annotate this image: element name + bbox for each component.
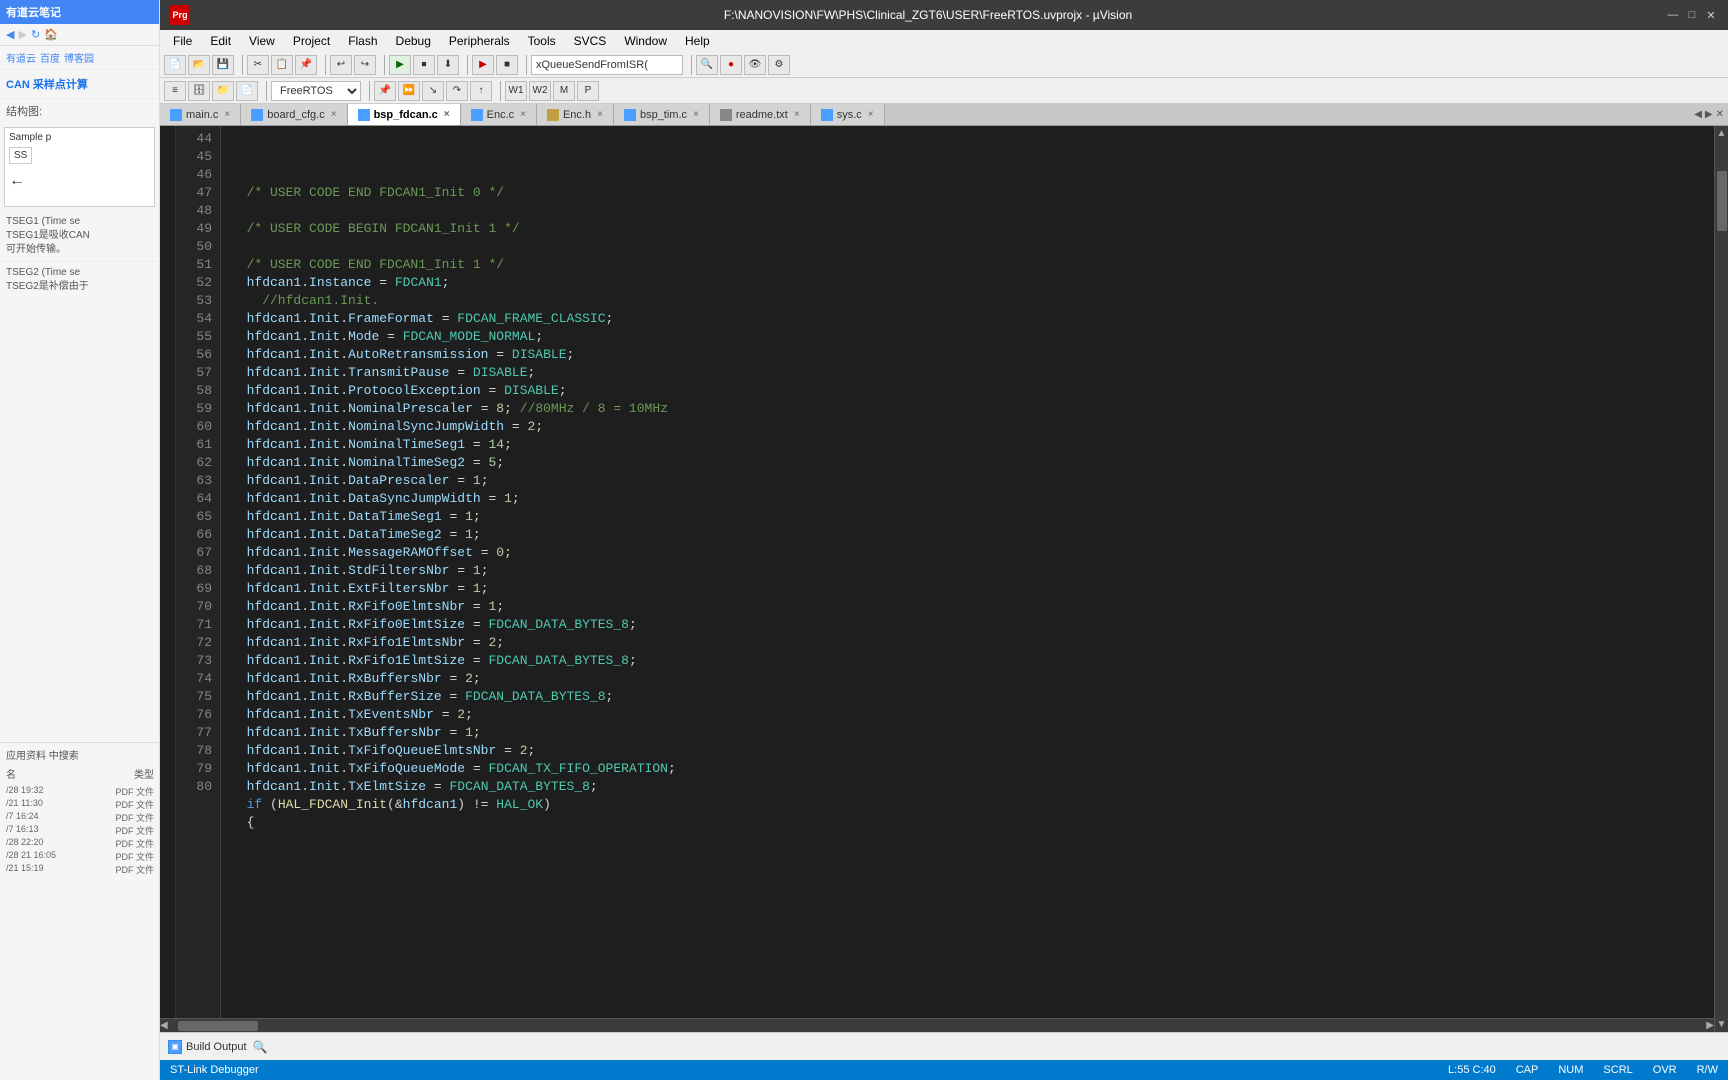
menu-help[interactable]: Help <box>677 32 718 50</box>
menu-window[interactable]: Window <box>616 32 675 50</box>
minimize-button[interactable]: — <box>1666 8 1680 22</box>
cursor-position: L:55 C:40 <box>1448 1064 1496 1076</box>
ovr-indicator: OVR <box>1653 1064 1677 1076</box>
build-output-label: Build Output <box>186 1041 247 1053</box>
settings-btn[interactable]: ⚙ <box>768 55 790 75</box>
toolbar-secondary: ≡ 🗄 📁 📄 FreeRTOS 📌 ⏩ ↘ ↷ ↑ W1 W2 M P <box>160 78 1728 104</box>
breakpoint-btn[interactable]: ● <box>720 55 742 75</box>
build-btn[interactable]: ▶ <box>389 55 411 75</box>
menu-debug[interactable]: Debug <box>388 32 439 50</box>
rw-indicator: R/W <box>1697 1064 1718 1076</box>
code-editor: 44 45 46 47 48 49 50 51 52 53 54 55 56 5… <box>160 126 1728 1032</box>
maximize-button[interactable]: □ <box>1685 8 1699 22</box>
search-dropdown[interactable] <box>531 55 683 75</box>
menu-bar: File Edit View Project Flash Debug Perip… <box>160 30 1728 52</box>
h-scroll-thumb[interactable] <box>178 1021 258 1031</box>
sidebar-tseg1-label: TSEG1 (Time se <box>6 215 153 229</box>
build-output-button[interactable]: ▣ Build Output <box>168 1040 247 1054</box>
tab-enc-c[interactable]: Enc.c × <box>461 104 537 125</box>
perf-btn[interactable]: P <box>577 81 599 101</box>
nav-fwd-btn[interactable]: 📄 <box>236 81 258 101</box>
cut-btn[interactable]: ✂ <box>247 55 269 75</box>
stop-btn[interactable]: ⏹ <box>413 55 435 75</box>
watch1-btn[interactable]: W1 <box>505 81 527 101</box>
expand-btn[interactable]: 🗄 <box>188 81 210 101</box>
sidebar-tseg1-desc1: TSEG1是吸收CAN <box>6 229 153 243</box>
undo-btn[interactable]: ↩ <box>330 55 352 75</box>
toolbar-primary: 📄 📂 💾 ✂ 📋 📌 ↩ ↪ ▶ ⏹ ⬇ ▶ ■ 🔍 ● 👁 ⚙ <box>160 52 1728 78</box>
step-over-btn[interactable]: ↷ <box>446 81 468 101</box>
find-in-files-btn[interactable]: 🔍 <box>253 1040 268 1054</box>
step-out-btn[interactable]: ↑ <box>470 81 492 101</box>
scroll-thumb[interactable] <box>1717 171 1727 231</box>
cap-indicator: CAP <box>1516 1064 1539 1076</box>
paste-btn[interactable]: 📌 <box>295 55 317 75</box>
tabs-scroll-right[interactable]: ▶ <box>1705 109 1713 120</box>
nav-back-btn[interactable]: 📁 <box>212 81 234 101</box>
sidebar-can-label: CAN 采样点计算 <box>6 76 153 92</box>
sidebar-tseg1-desc2: 可开始传输。 <box>6 243 153 257</box>
vertical-scrollbar[interactable]: ▲ ▼ <box>1714 126 1728 1032</box>
debugger-label: ST-Link Debugger <box>170 1064 259 1076</box>
save-btn[interactable]: 💾 <box>212 55 234 75</box>
title-bar: Prg F:\NANOVISION\FW\PHS\Clinical_ZGT6\U… <box>160 0 1728 30</box>
open-btn[interactable]: 📂 <box>188 55 210 75</box>
tab-sys-c[interactable]: sys.c × <box>811 104 885 125</box>
sidebar-tseg2-label: TSEG2 (Time se <box>6 266 153 280</box>
menu-file[interactable]: File <box>165 32 200 50</box>
tab-main-c[interactable]: main.c × <box>160 104 241 125</box>
new-file-btn[interactable]: 📄 <box>164 55 186 75</box>
tab-enc-h[interactable]: Enc.h × <box>537 104 614 125</box>
tab-bsp-tim-c[interactable]: bsp_tim.c × <box>614 104 710 125</box>
tabs-close-all[interactable]: ✕ <box>1716 109 1724 120</box>
watch-btn[interactable]: 👁 <box>744 55 766 75</box>
build-output-icon: ▣ <box>168 1040 182 1054</box>
sidebar-youdao[interactable]: 有道云 <box>6 50 36 65</box>
copy-btn[interactable]: 📋 <box>271 55 293 75</box>
sidebar-tseg2-desc: TSEG2是补偿由于 <box>6 280 153 294</box>
menu-flash[interactable]: Flash <box>340 32 385 50</box>
code-content[interactable]: /* USER CODE END FDCAN1_Init 0 */ /* USE… <box>221 126 1714 1032</box>
sidebar-sample-label: Sample p <box>9 132 150 143</box>
sidebar-blog[interactable]: 博客园 <box>64 50 94 65</box>
tab-bsp-fdcan-c[interactable]: bsp_fdcan.c × <box>348 104 461 125</box>
menu-view[interactable]: View <box>241 32 283 50</box>
pin-btn[interactable]: 📌 <box>374 81 396 101</box>
redo-btn[interactable]: ↪ <box>354 55 376 75</box>
menu-tools[interactable]: Tools <box>520 32 564 50</box>
project-dropdown[interactable]: FreeRTOS <box>271 81 361 101</box>
sidebar-ss-label: SS <box>9 147 32 164</box>
menu-project[interactable]: Project <box>285 32 338 50</box>
sidebar-structure-label: 结构图: <box>6 103 153 119</box>
tabs-scroll-left[interactable]: ◀ <box>1694 109 1702 120</box>
tab-readme-txt[interactable]: readme.txt × <box>710 104 811 125</box>
menu-peripherals[interactable]: Peripherals <box>441 32 518 50</box>
num-indicator: NUM <box>1558 1064 1583 1076</box>
zoom-btn[interactable]: 🔍 <box>696 55 718 75</box>
bottom-panel: ▣ Build Output 🔍 <box>160 1032 1728 1060</box>
menu-svcs[interactable]: SVCS <box>566 32 615 50</box>
horizontal-scrollbar[interactable]: ◀ ▶ <box>160 1018 1714 1032</box>
debug-stop-btn[interactable]: ■ <box>496 55 518 75</box>
watch2-btn[interactable]: W2 <box>529 81 551 101</box>
debug-start-btn[interactable]: ▶ <box>472 55 494 75</box>
menu-edit[interactable]: Edit <box>202 32 239 50</box>
scrl-indicator: SCRL <box>1603 1064 1632 1076</box>
line-numbers: 44 45 46 47 48 49 50 51 52 53 54 55 56 5… <box>176 126 221 1032</box>
tab-board-cfg-c[interactable]: board_cfg.c × <box>241 104 347 125</box>
close-button[interactable]: ✕ <box>1704 8 1718 22</box>
status-bar: ST-Link Debugger L:55 C:40 CAP NUM SCRL … <box>160 1060 1728 1080</box>
window-title: F:\NANOVISION\FW\PHS\Clinical_ZGT6\USER\… <box>190 8 1666 22</box>
download-btn[interactable]: ⬇ <box>437 55 459 75</box>
run-to-btn[interactable]: ⏩ <box>398 81 420 101</box>
step-into-btn[interactable]: ↘ <box>422 81 444 101</box>
collapse-btn[interactable]: ≡ <box>164 81 186 101</box>
sidebar-baidu[interactable]: 百度 <box>40 50 60 65</box>
file-tabs: main.c × board_cfg.c × bsp_fdcan.c × Enc… <box>160 104 1728 126</box>
left-sidebar: 有道云笔记 ◀ ▶ ↻ 🏠 有道云 百度 博客园 CAN 采样点计算 结构图: … <box>0 0 160 1080</box>
memory-btn[interactable]: M <box>553 81 575 101</box>
